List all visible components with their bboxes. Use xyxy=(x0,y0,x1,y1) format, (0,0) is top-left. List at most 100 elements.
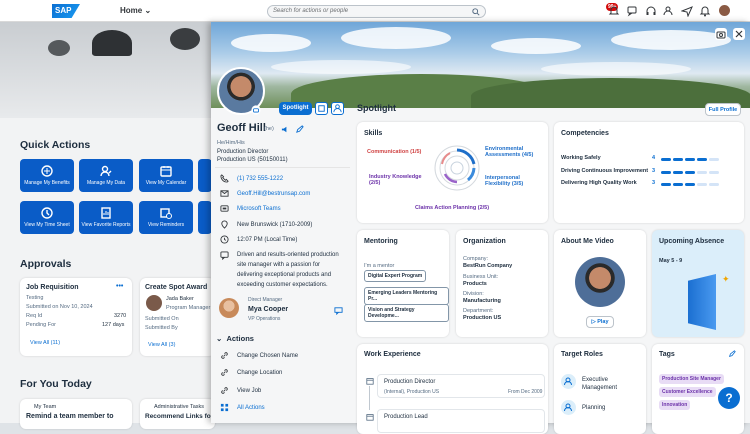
benefits-icon xyxy=(41,165,53,177)
tag-chip[interactable]: Production Site Manager xyxy=(659,374,724,384)
notifications-icon[interactable] xyxy=(699,5,711,17)
chevron-down-icon: ⌄ xyxy=(144,6,152,15)
mentor-subtitle: I'm a mentor xyxy=(364,263,395,269)
divider xyxy=(215,167,350,168)
calendar-icon xyxy=(160,166,172,177)
teams-value: Microsoft Teams xyxy=(237,205,281,212)
experience-item[interactable]: Production Lead xyxy=(377,409,545,433)
quick-action-reminders[interactable]: View Reminders xyxy=(139,201,193,234)
org-chart-button[interactable] xyxy=(315,102,328,115)
about-video-card[interactable]: About Me Video ▷ Play xyxy=(554,230,646,337)
manager-name[interactable]: Mya Cooper xyxy=(248,306,288,313)
quote-icon xyxy=(220,251,229,260)
play-button[interactable]: ▷ Play xyxy=(586,316,614,328)
profile-banner xyxy=(211,22,750,108)
location-icon xyxy=(221,220,228,229)
camera-icon[interactable] xyxy=(715,28,727,40)
edit-icon[interactable] xyxy=(728,350,736,358)
experience-org: (Internal), Production US xyxy=(384,389,440,395)
actions-header[interactable]: ⌄ Actions xyxy=(216,334,254,343)
action-change-name[interactable]: Change Chosen Name xyxy=(220,351,298,360)
quick-action-data[interactable]: Manage My Data xyxy=(79,159,133,192)
manager-avatar[interactable] xyxy=(219,298,239,318)
absence-card[interactable]: Upcoming Absence May 5 - 9 ✦ xyxy=(652,230,744,337)
pending-label: Pending For xyxy=(26,322,56,328)
search-input[interactable]: Search for actions or people xyxy=(267,5,486,18)
experience-item[interactable]: Production Director (Internal), Producti… xyxy=(377,374,545,398)
mentoring-card[interactable]: Mentoring I'm a mentor Digital Expert Pr… xyxy=(357,230,449,337)
quick-action-benefits[interactable]: Manage My Benefits xyxy=(20,159,74,192)
division-value: Manufacturing xyxy=(463,298,501,304)
phone-item[interactable]: (1) 732 555-1222 xyxy=(220,174,283,183)
view-all-link[interactable]: View All (11) xyxy=(30,340,60,346)
help-button[interactable]: ? xyxy=(718,387,740,409)
action-all-actions[interactable]: All Actions xyxy=(220,403,265,412)
people-button[interactable] xyxy=(331,102,344,115)
quick-action-info[interactable] xyxy=(198,159,212,192)
quick-action-reports[interactable]: View Favorite Reports xyxy=(79,201,133,234)
email-item[interactable]: Geoff.Hill@bestrunsap.com xyxy=(220,189,310,198)
admin-tasks-card[interactable]: Administrative Tasks Recommend Links for xyxy=(140,399,215,429)
chat-icon[interactable] xyxy=(626,5,638,17)
edit-icon[interactable] xyxy=(295,125,304,134)
headset-icon[interactable] xyxy=(645,5,657,17)
quick-action-calendar[interactable]: View My Calendar xyxy=(139,159,193,192)
report-icon xyxy=(101,207,111,219)
quick-action-label: View Favorite Reports xyxy=(81,222,131,228)
work-experience-card[interactable]: Work Experience Production Director (Int… xyxy=(357,344,548,434)
close-icon[interactable] xyxy=(733,28,745,40)
home-menu[interactable]: Home ⌄ xyxy=(120,6,151,15)
more-icon[interactable]: ••• xyxy=(116,283,123,290)
mentor-program-tag[interactable]: Emerging Leaders Mentoring Pr... xyxy=(364,287,449,305)
target-role-label[interactable]: Executive Management xyxy=(582,376,642,392)
location-value: New Brunswick (1710-2009) xyxy=(237,221,313,228)
camera-icon[interactable] xyxy=(251,105,261,115)
send-icon[interactable] xyxy=(681,5,693,17)
chat-icon[interactable] xyxy=(334,306,343,315)
tag-chip[interactable]: Customer Excellence xyxy=(659,387,716,397)
teams-item[interactable]: Microsoft Teams xyxy=(220,204,281,213)
card-text: Remind a team member to xyxy=(26,413,114,420)
req-id-value: 3270 xyxy=(114,313,127,319)
action-change-location[interactable]: Change Location xyxy=(220,368,282,377)
link-icon xyxy=(221,387,228,394)
rating-bar xyxy=(661,169,721,176)
mentor-program-tag[interactable]: Vision and Strategy Developme... xyxy=(364,304,449,322)
skills-card[interactable]: Skills Communication (1/5) Environmental… xyxy=(357,122,548,223)
audio-icon[interactable] xyxy=(281,125,290,134)
tag-chip[interactable]: Innovation xyxy=(659,400,691,410)
full-profile-button[interactable]: Full Profile xyxy=(705,103,741,116)
division-label: Division: xyxy=(463,291,484,297)
my-team-card[interactable]: My Team Remind a team member to xyxy=(20,399,132,429)
mentor-program-tag[interactable]: Digital Expert Program xyxy=(364,270,427,282)
competencies-card[interactable]: Competencies Working Safely 4 Driving Co… xyxy=(554,122,744,223)
dept-label: Department: xyxy=(463,308,494,314)
role-icon xyxy=(561,400,576,415)
quick-action-timesheet[interactable]: View My Time Sheet xyxy=(20,201,74,234)
time-item: 12:07 PM (Local Time) xyxy=(220,235,297,244)
home-label: Home xyxy=(120,6,143,15)
spotlight-title: Spotlight xyxy=(357,103,396,113)
clock-icon xyxy=(41,207,53,219)
spotlight-button[interactable]: Spotlight xyxy=(279,102,312,115)
action-label: View Job xyxy=(237,387,262,394)
bell-icon[interactable] xyxy=(608,5,620,17)
name-suffix: (he) xyxy=(264,126,274,132)
spot-award-card[interactable]: Create Spot Award Jada Baker Program Man… xyxy=(140,278,215,356)
lamp-image xyxy=(92,30,132,56)
target-role-label[interactable]: Planning xyxy=(582,405,605,411)
target-roles-card[interactable]: Target Roles Executive Management Planni… xyxy=(554,344,646,434)
organization-card[interactable]: Organization Company: BestRun Company Bu… xyxy=(456,230,548,337)
clock-icon xyxy=(220,235,229,244)
competency-value: 3 xyxy=(652,168,656,174)
profile-bio: Driven and results-oriented production s… xyxy=(237,252,339,288)
job-requisition-card[interactable]: Job Requisition ••• Testing Submitted on… xyxy=(20,278,132,356)
bu-label: Business Unit: xyxy=(463,274,499,280)
quick-action-more[interactable] xyxy=(198,201,212,234)
action-view-job[interactable]: View Job xyxy=(220,386,261,395)
submitted-date: Submitted on Nov 10, 2024 xyxy=(26,304,93,310)
user-avatar[interactable] xyxy=(718,4,731,17)
video-thumbnail[interactable] xyxy=(575,257,625,307)
user-settings-icon[interactable] xyxy=(663,5,675,17)
view-all-link[interactable]: View All (3) xyxy=(148,342,175,348)
